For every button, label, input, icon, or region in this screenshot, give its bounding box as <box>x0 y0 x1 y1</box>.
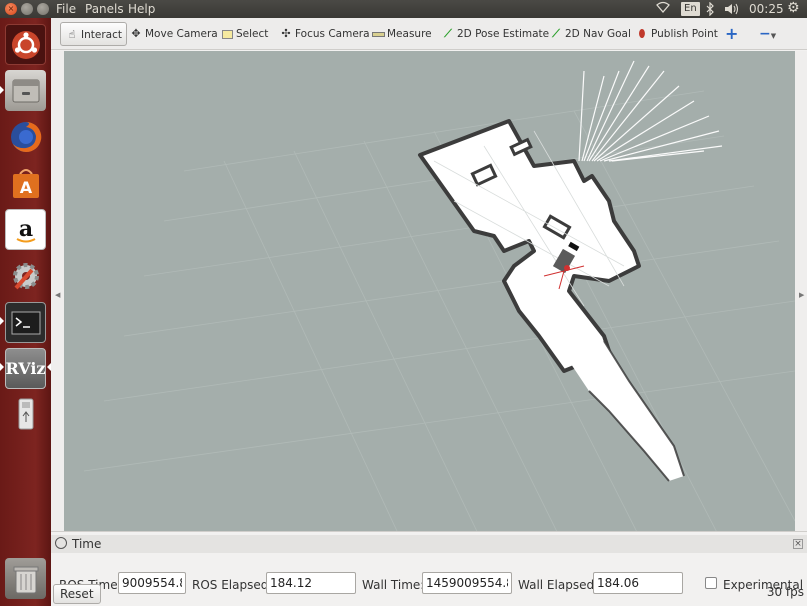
ruler-icon <box>371 22 385 46</box>
terminal-icon[interactable] <box>5 302 46 343</box>
window-close-button[interactable]: × <box>5 3 17 15</box>
right-dock-grip[interactable]: ▶ <box>795 51 807 546</box>
menu-panels[interactable]: Panels <box>85 2 124 16</box>
move-camera-icon: ✥ <box>131 27 141 40</box>
chevron-down-icon: ▼ <box>770 32 777 40</box>
rviz-window: ☝ Interact ✥ Move Camera Select ✣ Focus Cam… <box>51 18 807 606</box>
tool-2d-nav-goal-label: 2D Nav Goal <box>565 28 631 40</box>
map-render <box>83 60 795 546</box>
running-indicator <box>0 363 4 371</box>
ros-elapsed-field[interactable] <box>266 572 356 594</box>
clock-icon <box>55 537 67 549</box>
gear-icon[interactable]: ⚙ <box>787 0 800 16</box>
keyboard-language-indicator[interactable]: En <box>681 2 700 16</box>
amazon-icon[interactable]: a <box>5 209 46 250</box>
wall-time-field[interactable] <box>422 572 512 594</box>
select-icon <box>220 22 234 46</box>
top-panel: × File Panels Help En 00:25 ⚙ <box>0 0 807 18</box>
tool-2d-nav-goal[interactable]: ⟋ 2D Nav Goal <box>545 22 635 46</box>
tool-2d-pose-estimate-label: 2D Pose Estimate <box>457 28 550 40</box>
wall-time-label: Wall Time: <box>362 578 425 592</box>
left-dock-grip[interactable]: ◀ <box>51 51 64 546</box>
launcher: A a RViz <box>0 18 51 606</box>
firefox-icon[interactable] <box>5 116 46 157</box>
window-minimize-button[interactable] <box>21 3 33 15</box>
tool-publish-point-label: Publish Point <box>651 28 718 40</box>
menu-help[interactable]: Help <box>128 2 155 16</box>
time-panel: Time × ROS Time: ROS Elapsed: Wall Time:… <box>51 531 807 606</box>
clock-time[interactable]: 00:25 <box>749 2 784 16</box>
tool-move-camera[interactable]: ✥ Move Camera <box>125 22 222 46</box>
fps-readout: 30 fps <box>766 585 804 599</box>
ubuntu-dash-icon[interactable] <box>5 24 46 65</box>
svg-text:A: A <box>19 178 32 197</box>
time-panel-close-button[interactable]: × <box>793 539 803 549</box>
trash-icon[interactable] <box>5 558 46 599</box>
volume-icon[interactable] <box>724 2 742 19</box>
running-indicator <box>0 86 4 94</box>
usb-drive-icon[interactable] <box>5 394 46 435</box>
tool-interact-label: Interact <box>81 29 122 41</box>
chevron-right-icon: ▶ <box>799 291 805 299</box>
green-arrow-icon: ⟋ <box>444 27 452 40</box>
svg-text:a: a <box>18 216 32 242</box>
remove-tool-button[interactable]: −▼ <box>755 22 780 46</box>
tool-2d-pose-estimate[interactable]: ⟋ 2D Pose Estimate <box>437 22 553 46</box>
wifi-icon[interactable] <box>656 0 670 18</box>
rviz-toolbar: ☝ Interact ✥ Move Camera Select ✣ Focus Cam… <box>51 18 807 50</box>
system-settings-icon[interactable] <box>5 255 46 296</box>
tool-measure[interactable]: Measure <box>367 22 436 46</box>
tool-publish-point[interactable]: ⬮ Publish Point <box>631 22 722 46</box>
tool-interact[interactable]: ☝ Interact <box>60 22 127 46</box>
cursor-icon: ☝ <box>68 28 76 41</box>
tool-measure-label: Measure <box>387 28 432 40</box>
menu-file[interactable]: File <box>56 2 76 16</box>
files-icon[interactable] <box>5 70 46 111</box>
tool-move-camera-label: Move Camera <box>145 28 218 40</box>
3d-viewport[interactable] <box>64 51 795 546</box>
tool-focus-camera[interactable]: ✣ Focus Camera <box>275 22 374 46</box>
ros-elapsed-label: ROS Elapsed: <box>192 578 273 592</box>
tool-focus-camera-label: Focus Camera <box>295 28 370 40</box>
wall-elapsed-label: Wall Elapsed: <box>518 578 599 592</box>
chevron-left-icon: ◀ <box>55 291 61 299</box>
minus-icon: − <box>759 26 771 42</box>
time-panel-header: Time × <box>51 535 807 553</box>
running-indicator <box>0 317 4 325</box>
experimental-checkbox[interactable] <box>705 577 717 589</box>
time-panel-title: Time <box>72 537 102 551</box>
add-tool-button[interactable]: + <box>721 22 742 46</box>
map-pin-icon: ⬮ <box>638 27 646 40</box>
tool-select-label: Select <box>236 28 269 40</box>
reset-button[interactable]: Reset <box>53 584 101 604</box>
software-center-icon[interactable]: A <box>5 162 46 203</box>
window-maximize-button[interactable] <box>37 3 49 15</box>
rviz-icon[interactable]: RViz <box>5 348 46 389</box>
rviz-icon-label: RViz <box>5 359 46 378</box>
green-arrow-icon: ⟋ <box>552 27 560 40</box>
bluetooth-icon[interactable] <box>706 1 715 19</box>
tool-select[interactable]: Select <box>216 22 272 46</box>
wall-elapsed-field[interactable] <box>593 572 683 594</box>
focus-camera-icon: ✣ <box>281 27 291 40</box>
ros-time-field[interactable] <box>118 572 186 594</box>
